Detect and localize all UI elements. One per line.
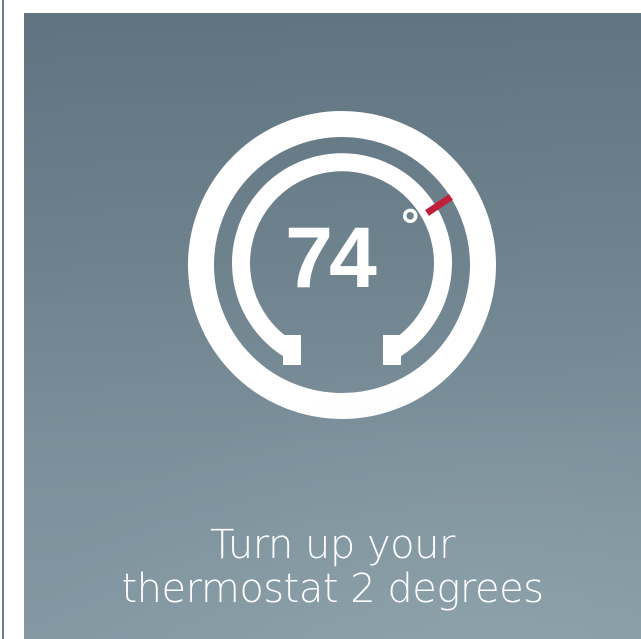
caption-line-2: thermostat 2 degrees: [121, 566, 544, 612]
tip-card: 74 ° Turn up your thermostat 2 degrees: [24, 13, 641, 639]
caption-line-1: Turn up your: [210, 522, 455, 568]
gauge-leg-left: [283, 335, 301, 365]
tip-caption: Turn up your thermostat 2 degrees: [24, 523, 641, 611]
left-divider: [2, 0, 4, 639]
degree-symbol: °: [401, 199, 419, 251]
temperature-value: 74: [285, 210, 377, 306]
gauge-leg-right: [383, 335, 401, 365]
page: 74 ° Turn up your thermostat 2 degrees: [0, 0, 641, 639]
